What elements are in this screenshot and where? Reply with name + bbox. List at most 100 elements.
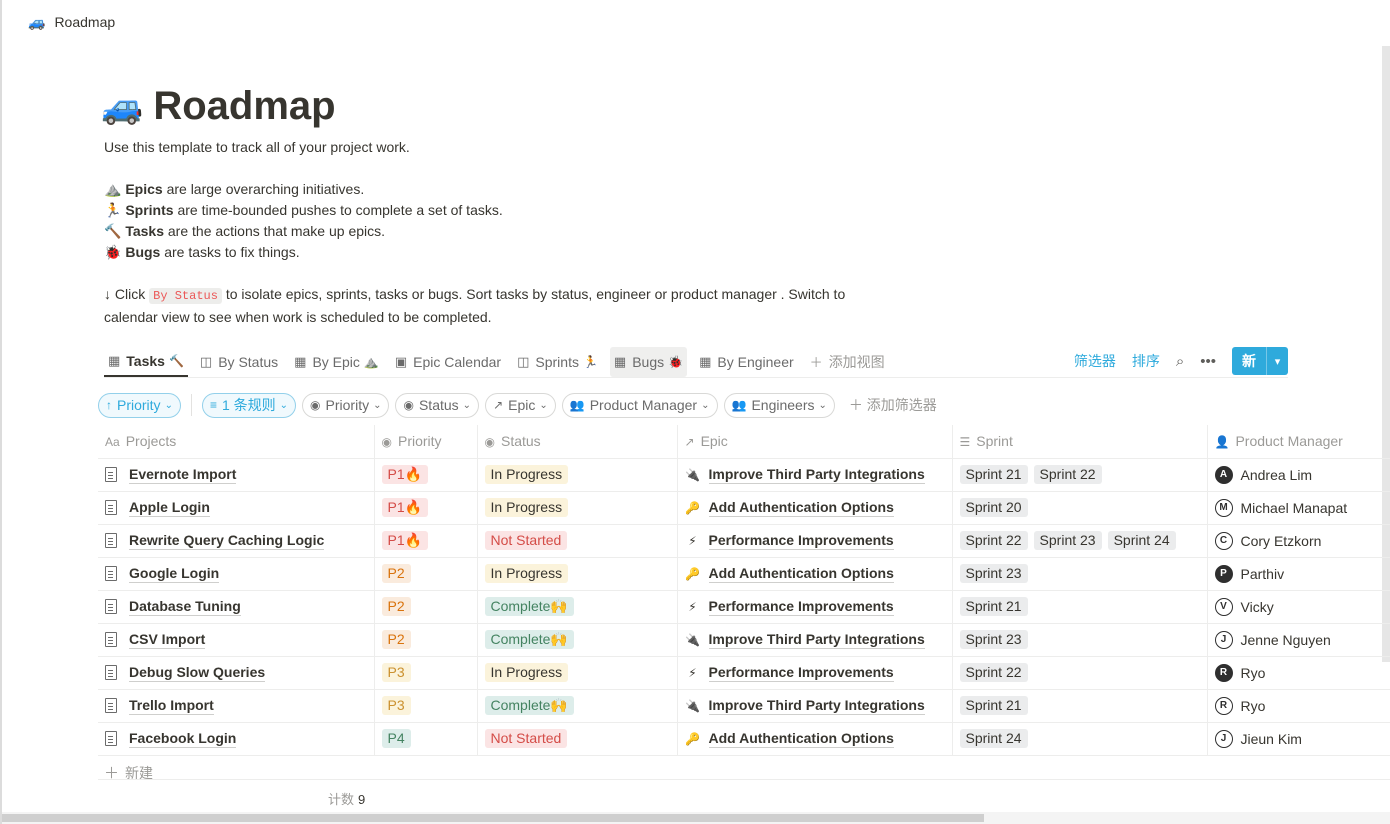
new-button-label[interactable]: 新 <box>1232 347 1266 375</box>
sprint-tag[interactable]: Sprint 22 <box>1033 465 1102 484</box>
column-header-status[interactable]: ◉ Status <box>477 425 678 459</box>
breadcrumb[interactable]: 🚙 Roadmap <box>2 0 1390 44</box>
cell-project[interactable]: Facebook Login <box>98 722 375 756</box>
filter-chip-product-manager[interactable]: 👥 Product Manager ⌄ <box>561 392 718 418</box>
tab-epic-calendar[interactable]: ▣ Epic Calendar <box>391 347 505 377</box>
project-link[interactable]: Debug Slow Queries <box>129 664 266 682</box>
sprint-tag[interactable]: Sprint 20 <box>959 498 1028 517</box>
breadcrumb-title[interactable]: Roadmap <box>54 14 115 30</box>
filter-button[interactable]: 筛选器 <box>1074 351 1116 371</box>
cell-sprint[interactable]: Sprint 21 <box>952 590 1208 624</box>
cell-project[interactable]: Trello Import <box>98 689 375 723</box>
project-link[interactable]: Trello Import <box>129 697 214 715</box>
cell-status[interactable]: Not Started <box>477 524 678 558</box>
epic-link[interactable]: Improve Third Party Integrations <box>708 697 925 715</box>
filter-chip-epic[interactable]: ↗ Epic ⌄ <box>485 392 556 418</box>
sprint-tag[interactable]: Sprint 21 <box>959 597 1028 616</box>
cell-priority[interactable]: P2 <box>374 590 478 624</box>
tab-sprints[interactable]: ◫ Sprints 🏃 <box>513 347 602 377</box>
more-icon[interactable]: ••• <box>1200 353 1216 370</box>
add-view-button[interactable]: ＋ 添加视图 <box>806 347 889 377</box>
cell-epic[interactable]: ⚡ Performance Improvements <box>677 656 953 690</box>
project-link[interactable]: Facebook Login <box>129 730 237 748</box>
filter-chip-status[interactable]: ◉ Status ⌄ <box>395 392 480 418</box>
cell-project[interactable]: Apple Login <box>98 491 375 525</box>
cell-status[interactable]: In Progress <box>477 656 678 690</box>
cell-product-manager[interactable]: P Parthiv <box>1207 557 1390 591</box>
table-row[interactable]: Evernote Import P1🔥 In Progress 🔌 Improve… <box>98 458 1390 492</box>
cell-priority[interactable]: P2 <box>374 623 478 657</box>
tab-by-epic[interactable]: ▦ By Epic ⛰️ <box>290 347 383 377</box>
cell-epic[interactable]: ⚡ Performance Improvements <box>677 590 953 624</box>
cell-project[interactable]: Evernote Import <box>98 458 375 492</box>
cell-status[interactable]: Complete🙌 <box>477 623 678 657</box>
cell-status[interactable]: In Progress <box>477 458 678 492</box>
cell-project[interactable]: Database Tuning <box>98 590 375 624</box>
cell-priority[interactable]: P1🔥 <box>374 458 478 492</box>
cell-epic[interactable]: 🔌 Improve Third Party Integrations <box>677 689 953 723</box>
column-header-epic[interactable]: ↗ Epic <box>677 425 953 459</box>
rule-pill[interactable]: ≡ 1 条规则 ⌄ <box>201 392 297 418</box>
epic-link[interactable]: Performance Improvements <box>708 532 894 550</box>
project-link[interactable]: CSV Import <box>129 631 206 649</box>
epic-link[interactable]: Performance Improvements <box>708 664 894 682</box>
cell-epic[interactable]: 🔑 Add Authentication Options <box>677 557 953 591</box>
tab-by-engineer[interactable]: ▦ By Engineer <box>695 347 798 377</box>
filter-chip-engineers[interactable]: 👥 Engineers ⌄ <box>723 392 835 418</box>
car-icon[interactable]: 🚙 <box>101 87 143 127</box>
cell-epic[interactable]: 🔌 Improve Third Party Integrations <box>677 623 953 657</box>
cell-product-manager[interactable]: J Jieun Kim <box>1207 722 1390 756</box>
cell-status[interactable]: Complete🙌 <box>477 689 678 723</box>
project-link[interactable]: Rewrite Query Caching Logic <box>129 532 325 550</box>
page-title-text[interactable]: Roadmap <box>153 84 335 129</box>
cell-product-manager[interactable]: C Cory Etzkorn <box>1207 524 1390 558</box>
epic-link[interactable]: Add Authentication Options <box>708 565 894 583</box>
cell-priority[interactable]: P3 <box>374 656 478 690</box>
cell-sprint[interactable]: Sprint 23 <box>952 623 1208 657</box>
cell-product-manager[interactable]: M Michael Manapat <box>1207 491 1390 525</box>
row-count[interactable]: 计数 9 <box>328 789 365 808</box>
cell-sprint[interactable]: Sprint 21 Sprint 22 <box>952 458 1208 492</box>
table-row[interactable]: Trello Import P3 Complete🙌 🔌 Improve Thir… <box>98 689 1390 723</box>
column-header-product-manager[interactable]: 👤 Product Manager <box>1207 425 1390 459</box>
table-row[interactable]: CSV Import P2 Complete🙌 🔌 Improve Third P… <box>98 623 1390 657</box>
epic-link[interactable]: Add Authentication Options <box>708 499 894 517</box>
cell-priority[interactable]: P4 <box>374 722 478 756</box>
epic-link[interactable]: Improve Third Party Integrations <box>708 631 925 649</box>
table-row[interactable]: Facebook Login P4 Not Started 🔑 Add Authe… <box>98 722 1390 756</box>
cell-project[interactable]: Rewrite Query Caching Logic <box>98 524 375 558</box>
tab-by-status[interactable]: ◫ By Status <box>196 347 282 377</box>
epic-link[interactable]: Add Authentication Options <box>708 730 894 748</box>
cell-priority[interactable]: P2 <box>374 557 478 591</box>
cell-sprint[interactable]: Sprint 22 Sprint 23 Sprint 24 <box>952 524 1208 558</box>
sprint-tag[interactable]: Sprint 24 <box>959 729 1028 748</box>
cell-project[interactable]: Debug Slow Queries <box>98 656 375 690</box>
sprint-tag[interactable]: Sprint 21 <box>959 696 1028 715</box>
sort-pill[interactable]: ↑ Priority ⌄ <box>98 392 181 418</box>
cell-epic[interactable]: ⚡ Performance Improvements <box>677 524 953 558</box>
cell-epic[interactable]: 🔌 Improve Third Party Integrations <box>677 458 953 492</box>
table-row[interactable]: Debug Slow Queries P3 In Progress ⚡ Perfo… <box>98 656 1390 690</box>
new-button[interactable]: 新 ▾ <box>1232 347 1288 375</box>
filter-chip-priority[interactable]: ◉ Priority ⌄ <box>302 392 390 418</box>
table-row[interactable]: Rewrite Query Caching Logic P1🔥 Not Star… <box>98 524 1390 558</box>
cell-epic[interactable]: 🔑 Add Authentication Options <box>677 722 953 756</box>
table-row[interactable]: Google Login P2 In Progress 🔑 Add Authent… <box>98 557 1390 591</box>
sort-button[interactable]: 排序 <box>1132 351 1160 371</box>
cell-project[interactable]: CSV Import <box>98 623 375 657</box>
cell-priority[interactable]: P3 <box>374 689 478 723</box>
project-link[interactable]: Database Tuning <box>129 598 241 616</box>
sprint-tag[interactable]: Sprint 21 <box>959 465 1028 484</box>
column-header-projects[interactable]: Aa Projects <box>98 425 375 459</box>
cell-priority[interactable]: P1🔥 <box>374 491 478 525</box>
chevron-down-icon[interactable]: ▾ <box>1266 347 1288 375</box>
project-link[interactable]: Apple Login <box>129 499 210 517</box>
cell-epic[interactable]: 🔑 Add Authentication Options <box>677 491 953 525</box>
project-link[interactable]: Google Login <box>129 565 220 583</box>
cell-sprint[interactable]: Sprint 22 <box>952 656 1208 690</box>
sprint-tag[interactable]: Sprint 23 <box>1033 531 1102 550</box>
column-header-sprint[interactable]: ☰ Sprint <box>952 425 1208 459</box>
sprint-tag[interactable]: Sprint 23 <box>959 630 1028 649</box>
cell-sprint[interactable]: Sprint 20 <box>952 491 1208 525</box>
table-row[interactable]: Database Tuning P2 Complete🙌 ⚡ Performanc… <box>98 590 1390 624</box>
